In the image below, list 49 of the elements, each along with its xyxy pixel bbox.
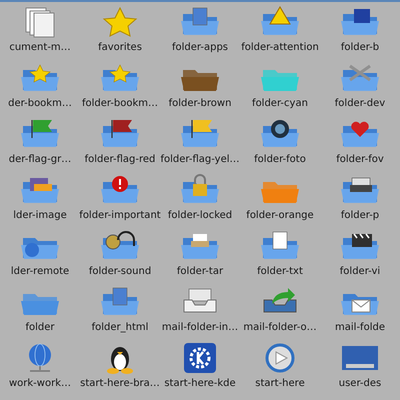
folder-warning-icon[interactable] (260, 6, 300, 38)
file-name: favorites (98, 43, 142, 53)
file-name: folder-important (79, 211, 161, 221)
folder-lock-icon[interactable] (180, 174, 220, 206)
file-name: folder_html (92, 323, 148, 333)
file-name: cument-m… (9, 43, 71, 53)
folder-flag-icon[interactable] (180, 118, 220, 150)
file-name: work-work… (8, 379, 71, 389)
file-name: folder-b (340, 43, 380, 53)
file-name: folder-flag-yel… (160, 155, 240, 165)
file-name: folder-fov (336, 155, 384, 165)
file-name: folder-apps (172, 43, 228, 53)
folder-doc-icon[interactable] (100, 286, 140, 318)
file-name: folder-bookm… (82, 99, 158, 109)
folder-sound-icon[interactable] (100, 230, 140, 262)
file-name: start-here-bra… (80, 379, 160, 389)
star-icon[interactable] (100, 6, 140, 38)
folder-flag-icon[interactable] (20, 118, 60, 150)
file-name: folder-attention (241, 43, 319, 53)
file-name: folder-vi (340, 267, 380, 277)
file-name: folder-cyan (252, 99, 308, 109)
file-name: folder-brown (168, 99, 232, 109)
folder-lens-icon[interactable] (260, 118, 300, 150)
file-name: folder-tar (176, 267, 224, 277)
file-name: der-flag-gr… (8, 155, 72, 165)
file-name: user-des (338, 379, 382, 389)
folder-doc-icon[interactable] (180, 6, 220, 38)
folder-exclaim-icon[interactable] (100, 174, 140, 206)
file-name: folder-flag-red (84, 155, 156, 165)
folder-doc-icon[interactable] (260, 230, 300, 262)
file-name: folder-orange (246, 211, 314, 221)
folder-flag-icon[interactable] (100, 118, 140, 150)
file-name: folder-p (340, 211, 380, 221)
file-name: der-bookm… (8, 99, 72, 109)
file-name: lder-image (13, 211, 67, 221)
file-name: folder-sound (88, 267, 152, 277)
file-name: start-here (255, 379, 305, 389)
file-name: folder-txt (257, 267, 303, 277)
file-name: mail-folde (335, 323, 385, 333)
file-name: mail-folder-in… (162, 323, 238, 333)
file-name: lder-remote (10, 267, 70, 277)
file-name: folder (25, 323, 55, 333)
file-name: folder-locked (168, 211, 232, 221)
file-name: start-here-kde (164, 379, 236, 389)
file-name: mail-folder-o… (243, 323, 317, 333)
file-name: folder-foto (254, 155, 306, 165)
folder-star-icon[interactable] (100, 62, 140, 94)
file-name: folder-dev (334, 99, 386, 109)
folder-star-icon[interactable] (20, 62, 60, 94)
